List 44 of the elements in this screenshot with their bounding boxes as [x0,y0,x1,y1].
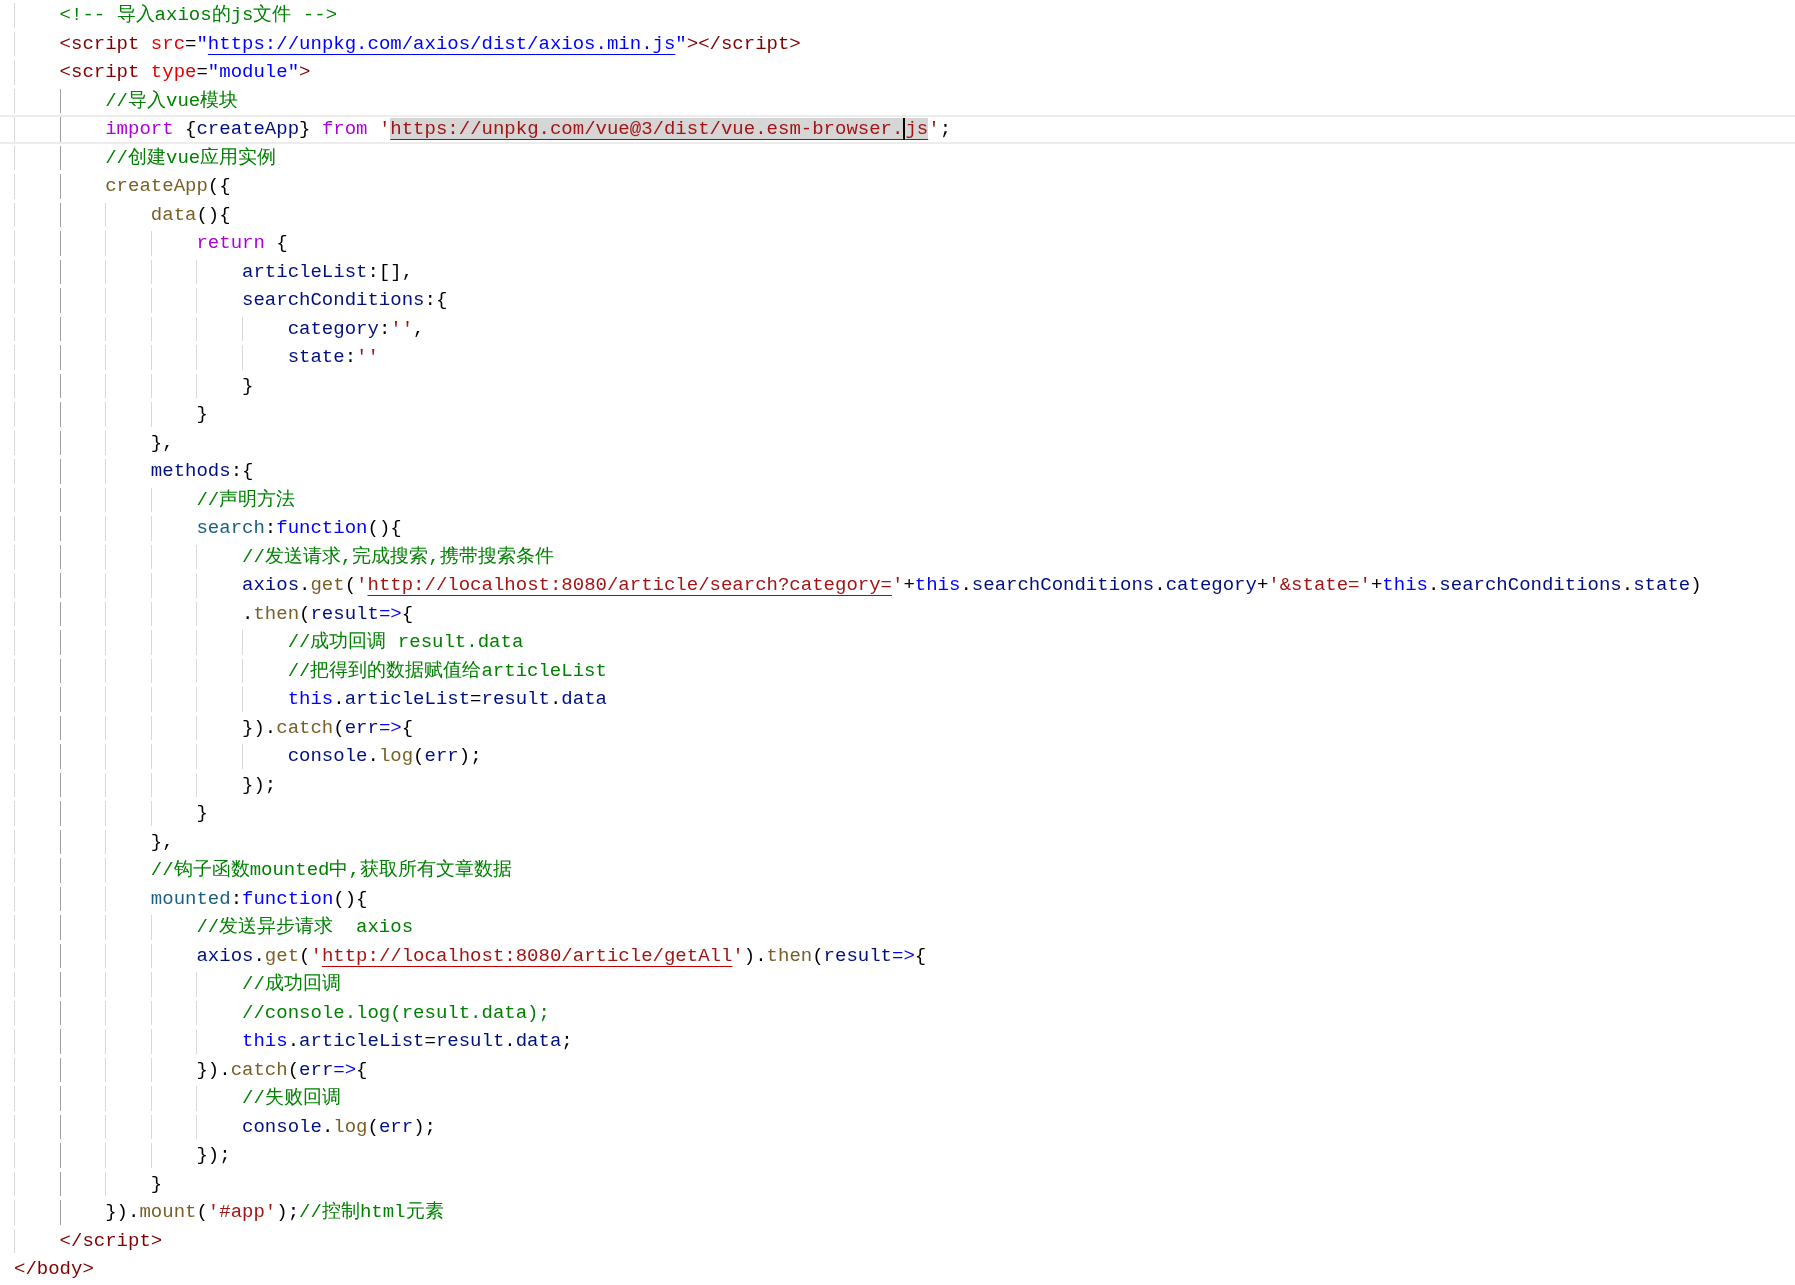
code-line: } [242,373,254,399]
code-line: mounted:function(){ [150,886,368,912]
code-line: //console.log(result.data); [242,1000,550,1026]
code-line: console.log(err); [287,744,482,769]
code-line: </body> [14,1257,94,1282]
code-line: //导入vue模块 [105,88,239,114]
code-line: }, [150,430,174,456]
code-line: }).catch(err=>{ [196,1057,368,1083]
code-line: methods:{ [150,459,254,484]
code-line: }); [196,1143,231,1168]
code-line: console.log(err); [242,1114,436,1140]
code-line: //成功回调 result.data [287,630,524,655]
code-line: }, [150,829,174,855]
code-line: search:function(){ [196,516,402,541]
code-line: //声明方法 [196,487,296,513]
code-line: }).catch(err=>{ [242,715,414,741]
code-line: //把得到的数据赋值给articleList [287,658,607,684]
code-line: <!-- 导入axios的js文件 --> [59,3,338,28]
code-line: return { [196,231,288,256]
code-line: this.articleList=result.data; [242,1029,573,1054]
code-line: }).mount('#app');//控制html元素 [105,1200,444,1225]
code-line: //成功回调 [242,972,341,997]
code-line: </script> [59,1228,163,1254]
code-line: this.articleList=result.data [287,687,607,712]
code-line: searchConditions:{ [242,288,448,313]
code-line: //创建vue应用实例 [105,145,277,171]
code-line: createApp({ [105,174,231,199]
code-line: .then(result=>{ [242,601,414,627]
code-line: } [196,402,208,427]
code-line: //发送请求,完成搜索,携带搜索条件 [242,544,554,570]
code-line: state:'' [287,345,379,370]
code-line: articleList:[], [242,259,414,285]
code-line: } [150,1171,163,1197]
code-line: data(){ [150,202,231,228]
code-line: axios.get('http://localhost:8080/article/getAll').then(result=>{ [196,943,927,969]
code-line: //发送异步请求 axios [196,915,414,940]
code-line: //钩子函数mounted中,获取所有文章数据 [150,858,512,883]
code-line: //失败回调 [242,1086,341,1111]
code-line: axios.get('http://localhost:8080/article/search?category='+this.searchConditions.category+'&state='+this.searchConditions.state) [242,573,1702,598]
code-line: } [196,801,208,826]
code-line: category:'', [287,316,425,342]
code-line: }); [242,772,277,798]
code-line: <script src="https://unpkg.com/axios/dist/axios.min.js"></script> [59,31,801,57]
code-line: <script type="module"> [59,60,311,85]
